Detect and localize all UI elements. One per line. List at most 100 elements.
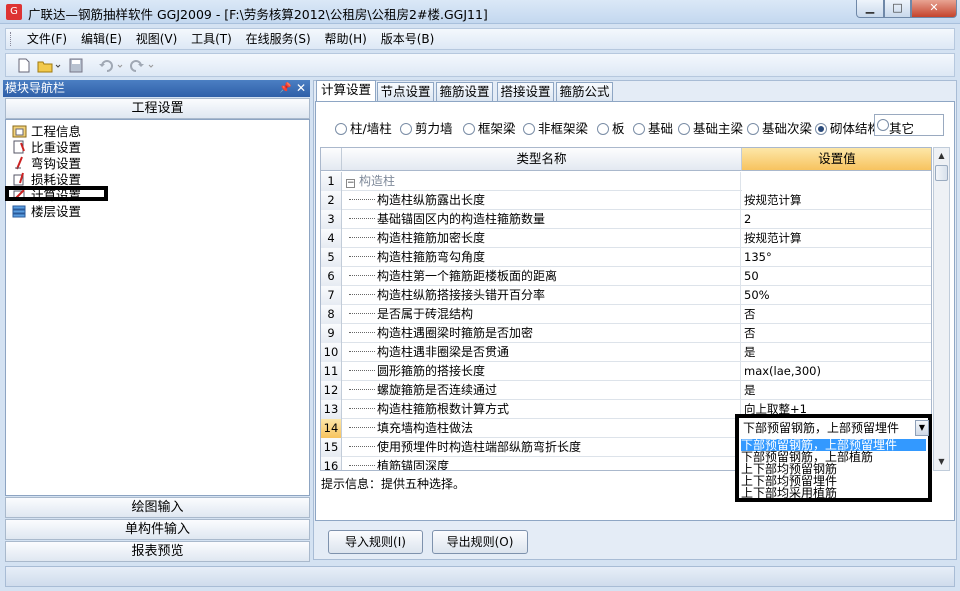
scroll-up-icon[interactable]: ▲ (935, 149, 948, 163)
row-name-text: 构造柱遇圈梁时箍筋是否加密 (377, 326, 534, 340)
row-value[interactable]: 是 (742, 381, 931, 400)
redo-icon[interactable] (129, 58, 157, 73)
vertical-scrollbar[interactable]: ▲ ▼ (933, 147, 950, 471)
row-name-text: 构造柱 (359, 174, 396, 188)
import-rules-button[interactable]: 导入规则(I) (328, 530, 423, 554)
row-name-text: 圆形箍筋的搭接长度 (377, 364, 486, 378)
dropdown-current-value[interactable]: 下部预留钢筋，上部预留埋件 (743, 420, 915, 437)
table-row[interactable]: 6 构造柱第一个箍筋距楼板面的距离 50 (321, 267, 931, 286)
tree-line (349, 237, 375, 238)
menu-version[interactable]: 版本号(B) (376, 29, 440, 49)
row-value[interactable]: 按规范计算 (742, 229, 931, 248)
menu-help[interactable]: 帮助(H) (319, 29, 371, 49)
menu-view[interactable]: 视图(V) (131, 29, 183, 49)
nav-item-label: 损耗设置 (31, 172, 82, 187)
export-rules-button[interactable]: 导出规则(O) (432, 530, 528, 554)
scroll-thumb[interactable] (935, 165, 948, 181)
table-row[interactable]: 11 圆形箍筋的搭接长度 max(lae,300) (321, 362, 931, 381)
table-row[interactable]: 9 构造柱遇圈梁时箍筋是否加密 否 (321, 324, 931, 343)
save-icon[interactable] (68, 58, 84, 73)
row-value[interactable]: 2 (742, 210, 931, 229)
row-number: 8 (321, 305, 342, 324)
radio-column[interactable]: 柱/墙柱 (335, 118, 392, 137)
radio-dot (877, 119, 889, 131)
radio-label: 板 (612, 121, 625, 136)
row-value[interactable]: 是 (742, 343, 931, 362)
nav-title-text: 模块导航栏 (5, 81, 66, 95)
scroll-down-icon[interactable]: ▼ (935, 455, 948, 469)
nav-item-floor[interactable]: 楼层设置 (12, 204, 81, 220)
row-value[interactable]: max(lae,300) (742, 362, 931, 381)
nav-section-header[interactable]: 工程设置 (5, 98, 310, 119)
tab-node-settings[interactable]: 节点设置 (377, 82, 434, 101)
dropdown-option[interactable]: 上下部均采用植筋 (741, 487, 926, 499)
row-number: 9 (321, 324, 342, 343)
nav-item-weight[interactable]: 比重设置 (12, 140, 81, 156)
radio-foundation-sub-beam[interactable]: 基础次梁 (747, 118, 812, 137)
row-number: 13 (321, 400, 342, 419)
collapse-icon[interactable]: − (346, 179, 355, 188)
row-value[interactable]: 否 (742, 305, 931, 324)
nav-btn-report[interactable]: 报表预览 (5, 541, 310, 562)
menu-file[interactable]: 文件(F) (22, 29, 72, 49)
maximize-button[interactable]: □ (884, 0, 911, 18)
nav-close-icon[interactable]: ✕ (296, 80, 306, 97)
row-value[interactable]: 否 (742, 324, 931, 343)
table-row[interactable]: 12 螺旋箍筋是否连续通过 是 (321, 381, 931, 400)
radio-foundation[interactable]: 基础 (633, 118, 673, 137)
radio-masonry[interactable]: 砌体结构 (815, 118, 877, 137)
radio-dot (597, 123, 609, 135)
chevron-down-icon[interactable]: ▼ (915, 420, 929, 436)
nav-item-project-info[interactable]: 工程信息 (12, 124, 81, 140)
table-row[interactable]: 5 构造柱箍筋弯勾角度 135° (321, 248, 931, 267)
row-value[interactable]: 135° (742, 248, 931, 267)
menu-tools[interactable]: 工具(T) (186, 29, 237, 49)
tab-stirrup-formula[interactable]: 箍筋公式 (556, 82, 613, 101)
radio-dot (335, 123, 347, 135)
row-value[interactable]: 按规范计算 (742, 191, 931, 210)
tab-lap-settings[interactable]: 搭接设置 (497, 82, 554, 101)
fill-wall-method-dropdown[interactable]: 下部预留钢筋，上部预留埋件 ▼ 下部预留钢筋，上部预留埋件 下部预留钢筋，上部植… (735, 414, 932, 502)
row-name: 基础锚固区内的构造柱箍筋数量 (343, 210, 741, 229)
nav-btn-drawing[interactable]: 绘图输入 (5, 497, 310, 518)
table-row[interactable]: 8 是否属于砖混结构 否 (321, 305, 931, 324)
row-number: 14 (321, 419, 342, 438)
radio-other[interactable]: 其它 (874, 114, 944, 136)
nav-btn-single[interactable]: 单构件输入 (5, 519, 310, 540)
nav-item-hook[interactable]: 弯钩设置 (12, 156, 81, 172)
row-value[interactable] (742, 172, 931, 191)
radio-slab[interactable]: 板 (597, 118, 625, 137)
table-row[interactable]: 4 构造柱箍筋加密长度 按规范计算 (321, 229, 931, 248)
row-value[interactable]: 50% (742, 286, 931, 305)
row-number: 1 (321, 172, 342, 191)
row-number: 2 (321, 191, 342, 210)
menu-edit[interactable]: 编辑(E) (76, 29, 127, 49)
menu-online[interactable]: 在线服务(S) (241, 29, 316, 49)
close-button[interactable]: ✕ (911, 0, 957, 18)
pin-icon[interactable]: 📌 (279, 80, 291, 97)
row-name-text: 螺旋箍筋是否连续通过 (377, 383, 498, 397)
hook-icon (15, 156, 23, 170)
tab-calc-settings[interactable]: 计算设置 (316, 80, 376, 101)
new-file-icon[interactable] (16, 58, 32, 73)
radio-frame-beam[interactable]: 框架梁 (463, 118, 516, 137)
table-row[interactable]: 2 构造柱纵筋露出长度 按规范计算 (321, 191, 931, 210)
tab-stirrup-settings[interactable]: 箍筋设置 (436, 82, 493, 101)
radio-shear-wall[interactable]: 剪力墙 (400, 118, 453, 137)
radio-label: 非框架梁 (538, 121, 589, 136)
radio-foundation-main-beam[interactable]: 基础主梁 (678, 118, 743, 137)
col-header-value: 设置值 (742, 148, 931, 171)
table-row[interactable]: 3 基础锚固区内的构造柱箍筋数量 2 (321, 210, 931, 229)
nav-panel-title: 模块导航栏 📌 ✕ (3, 80, 310, 97)
undo-icon[interactable] (98, 58, 126, 73)
group-row[interactable]: 1− 构造柱 (321, 172, 931, 191)
table-row[interactable]: 7 构造柱纵筋搭接接头错开百分率 50% (321, 286, 931, 305)
table-row[interactable]: 10 构造柱遇非圈梁是否贯通 是 (321, 343, 931, 362)
radio-nonframe-beam[interactable]: 非框架梁 (523, 118, 588, 137)
row-value[interactable]: 50 (742, 267, 931, 286)
minimize-button[interactable]: ▁ (856, 0, 884, 18)
nav-item-label: 楼层设置 (31, 204, 82, 219)
open-folder-icon[interactable] (37, 58, 61, 73)
tree-line (349, 313, 375, 314)
row-number: 10 (321, 343, 342, 362)
